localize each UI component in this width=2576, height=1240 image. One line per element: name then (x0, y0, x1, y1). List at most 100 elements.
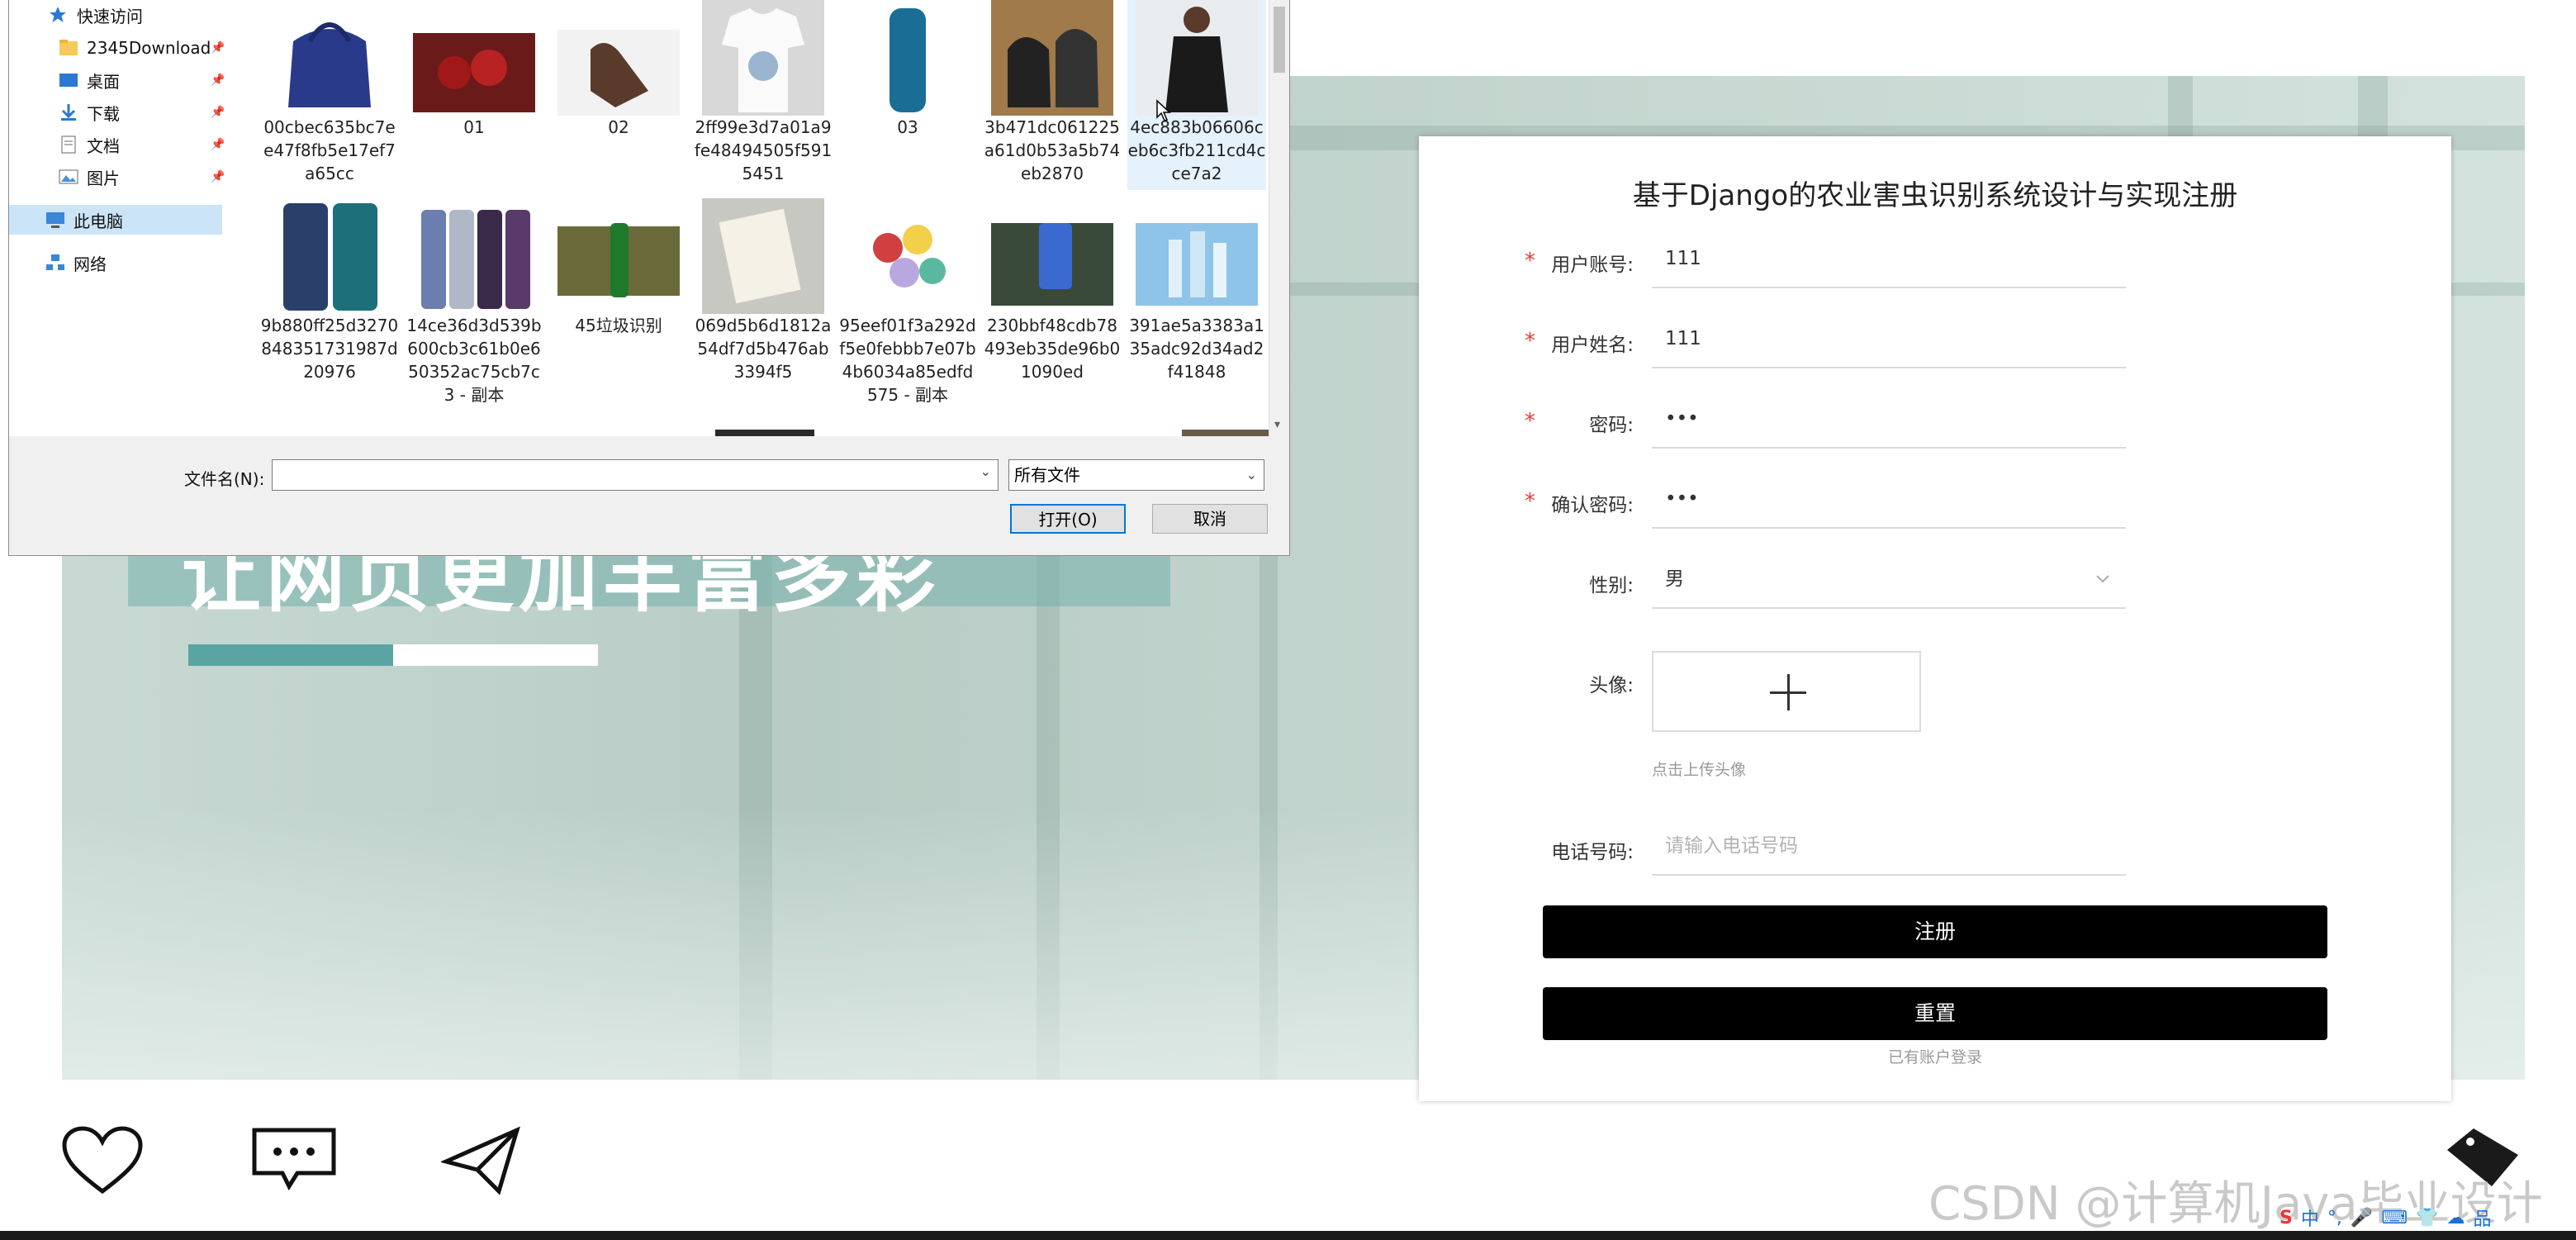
file-list: 00cbec635bc7ee47f8fb5e17ef7a65cc 01 02 2… (224, 0, 1269, 436)
password-input[interactable]: ••• (1652, 389, 2126, 449)
pin-icon: 📌 (211, 41, 225, 55)
username-input[interactable]: 111 (1652, 229, 2126, 288)
filename-input[interactable]: ⌄ (272, 459, 999, 491)
tray-item[interactable]: °, (2327, 1208, 2342, 1228)
pin-icon: 📌 (211, 138, 225, 151)
microphone-icon[interactable]: 🎤 (2351, 1208, 2373, 1228)
cloud-icon[interactable]: ☁ (2446, 1208, 2465, 1228)
nav-label: 文档 (87, 135, 120, 156)
file-name: 01 (463, 117, 485, 137)
filetype-select[interactable]: 所有文件 ⌄ (1008, 459, 1264, 491)
required-mark: * (1525, 409, 1535, 434)
network-icon (45, 254, 65, 272)
phone-input[interactable]: 请输入电话号码 (1652, 816, 2126, 876)
required-mark: * (1525, 329, 1535, 354)
avatar-upload[interactable] (1652, 651, 1921, 732)
nav-downloads[interactable]: 下载 📌 (59, 97, 225, 127)
nav-quick-access[interactable]: 快速访问 (49, 0, 143, 30)
pin-icon: 📌 (211, 74, 225, 87)
file-item[interactable]: 9b880ff25d3270848351731987d20976 (260, 198, 399, 383)
slider-indicator[interactable] (393, 644, 598, 666)
form-row-confirm-password: * 确认密码: ••• (1419, 469, 2451, 535)
chevron-down-icon[interactable]: ⌄ (980, 463, 991, 479)
computer-icon (45, 211, 65, 229)
filetype-value: 所有文件 (1014, 465, 1080, 485)
form-row-name: * 用户姓名: 111 (1419, 309, 2451, 375)
nav-this-pc[interactable]: 此电脑 (9, 205, 222, 235)
file-item[interactable]: 3b471dc061225a61d0b53a5b74eb2870 (983, 0, 1122, 185)
form-row-password: * 密码: ••• (1419, 389, 2451, 455)
form-row-phone: 电话号码: 请输入电话号码 (1419, 816, 2451, 882)
file-item[interactable]: 230bbf48cdb78493eb35de96b01090ed (983, 198, 1122, 383)
notebooks-thumbnail (702, 198, 824, 314)
dress-thumbnail (1136, 0, 1258, 116)
file-name: 2ff99e3d7a01a9fe48494505f5915451 (694, 117, 833, 183)
file-item-selected[interactable]: 4ec883b06606ceb6c3fb211cd4cce7a2 (1127, 0, 1266, 190)
login-link[interactable]: 已有账户登录 (1419, 1045, 2451, 1067)
document-icon (59, 135, 78, 154)
file-name: 3b471dc061225a61d0b53a5b74eb2870 (984, 117, 1121, 183)
mouse-cursor-icon (1155, 99, 1172, 128)
scrollbar-thumb[interactable] (1274, 7, 1285, 73)
file-item[interactable]: 03 (838, 0, 977, 139)
file-item[interactable]: 95eef01f3a292df5e0febbb7e07b4b6034a85edf… (838, 198, 977, 406)
name-input[interactable]: 111 (1652, 309, 2126, 368)
keyboard-icon[interactable]: ⌨ (2381, 1208, 2408, 1228)
gender-select[interactable]: 男 (1652, 549, 2126, 609)
picture-icon (59, 168, 78, 186)
file-open-dialog: 快速访问 2345Download 📌 桌面 📌 下载 📌 文档 📌 图片 📌 (8, 0, 1290, 556)
scroll-down-arrow-icon[interactable]: ▾ (1274, 418, 1280, 431)
slider-indicator-active[interactable] (188, 644, 393, 666)
field-label: 电话号码: (1551, 842, 1634, 863)
reset-button[interactable]: 重置 (1543, 987, 2327, 1040)
ime-icon[interactable]: S (2279, 1208, 2293, 1228)
open-button[interactable]: 打开(O) (1010, 504, 1126, 534)
cancel-button[interactable]: 取消 (1152, 504, 1268, 534)
file-item[interactable]: 00cbec635bc7ee47f8fb5e17ef7a65cc (260, 0, 399, 185)
file-item[interactable]: 01 (405, 0, 543, 139)
send-icon[interactable] (439, 1125, 522, 1200)
file-thumbnail-partial[interactable] (715, 430, 814, 436)
file-item[interactable]: 02 (549, 0, 688, 139)
file-name: 02 (608, 117, 629, 137)
pin-icon: 📌 (211, 170, 225, 183)
chevron-down-icon[interactable]: ⌄ (1246, 460, 1257, 490)
form-row-username: * 用户账号: 111 (1419, 229, 2451, 295)
nav-documents[interactable]: 文档 📌 (59, 130, 225, 159)
file-thumbnail-partial[interactable] (1182, 430, 1269, 436)
heart-icon[interactable] (59, 1125, 145, 1201)
field-label: 性别: (1589, 575, 1634, 596)
nav-2345download[interactable]: 2345Download 📌 (59, 33, 225, 63)
tray-item[interactable]: 中 (2301, 1204, 2319, 1231)
tshirt-thumbnail (702, 0, 824, 116)
field-label: 用户账号: (1551, 254, 1634, 276)
nav-pictures[interactable]: 图片 📌 (59, 162, 225, 192)
file-name: 00cbec635bc7ee47f8fb5e17ef7a65cc (263, 117, 396, 183)
file-name: 391ae5a3383a135adc92d34ad2f41848 (1129, 316, 1264, 382)
confirm-password-input[interactable]: ••• (1652, 469, 2126, 529)
file-item[interactable]: 069d5b6d1812a54df7d5b476ab3394f5 (694, 198, 833, 383)
nav-desktop[interactable]: 桌面 📌 (59, 65, 225, 95)
toolbox-icon[interactable]: 品 (2473, 1204, 2491, 1231)
nav-network[interactable]: 网络 (45, 248, 107, 278)
form-row-gender: 性别: 男 (1419, 549, 2451, 615)
file-item[interactable]: 45垃圾识别 (549, 198, 688, 337)
file-name: 14ce36d3d539b600cb3c61b0e650352ac75cb7c3… (406, 316, 542, 405)
vertical-scrollbar[interactable]: ▾ (1269, 0, 1289, 436)
shoes-thumbnail (991, 0, 1113, 116)
pin-icon: 📌 (211, 106, 225, 119)
file-item[interactable]: 391ae5a3383a135adc92d34ad2f41848 (1127, 198, 1266, 383)
file-item[interactable]: 14ce36d3d539b600cb3c61b0e650352ac75cb7c3… (405, 198, 543, 406)
file-item[interactable]: 2ff99e3d7a01a9fe48494505f5915451 (694, 0, 833, 185)
skin-icon[interactable]: 👕 (2416, 1208, 2438, 1228)
required-mark: * (1525, 249, 1535, 273)
register-button[interactable]: 注册 (1543, 905, 2327, 958)
field-label: 用户姓名: (1551, 335, 1634, 356)
chevron-down-icon (2094, 549, 2111, 634)
comment-icon[interactable] (248, 1125, 340, 1196)
plus-icon-stroke (1787, 674, 1790, 710)
cosmetics-thumbnail (1136, 198, 1258, 314)
hand-phone-thumbnail (991, 198, 1113, 314)
avatar-label: 头像: (1589, 675, 1634, 696)
download-icon (59, 103, 78, 121)
